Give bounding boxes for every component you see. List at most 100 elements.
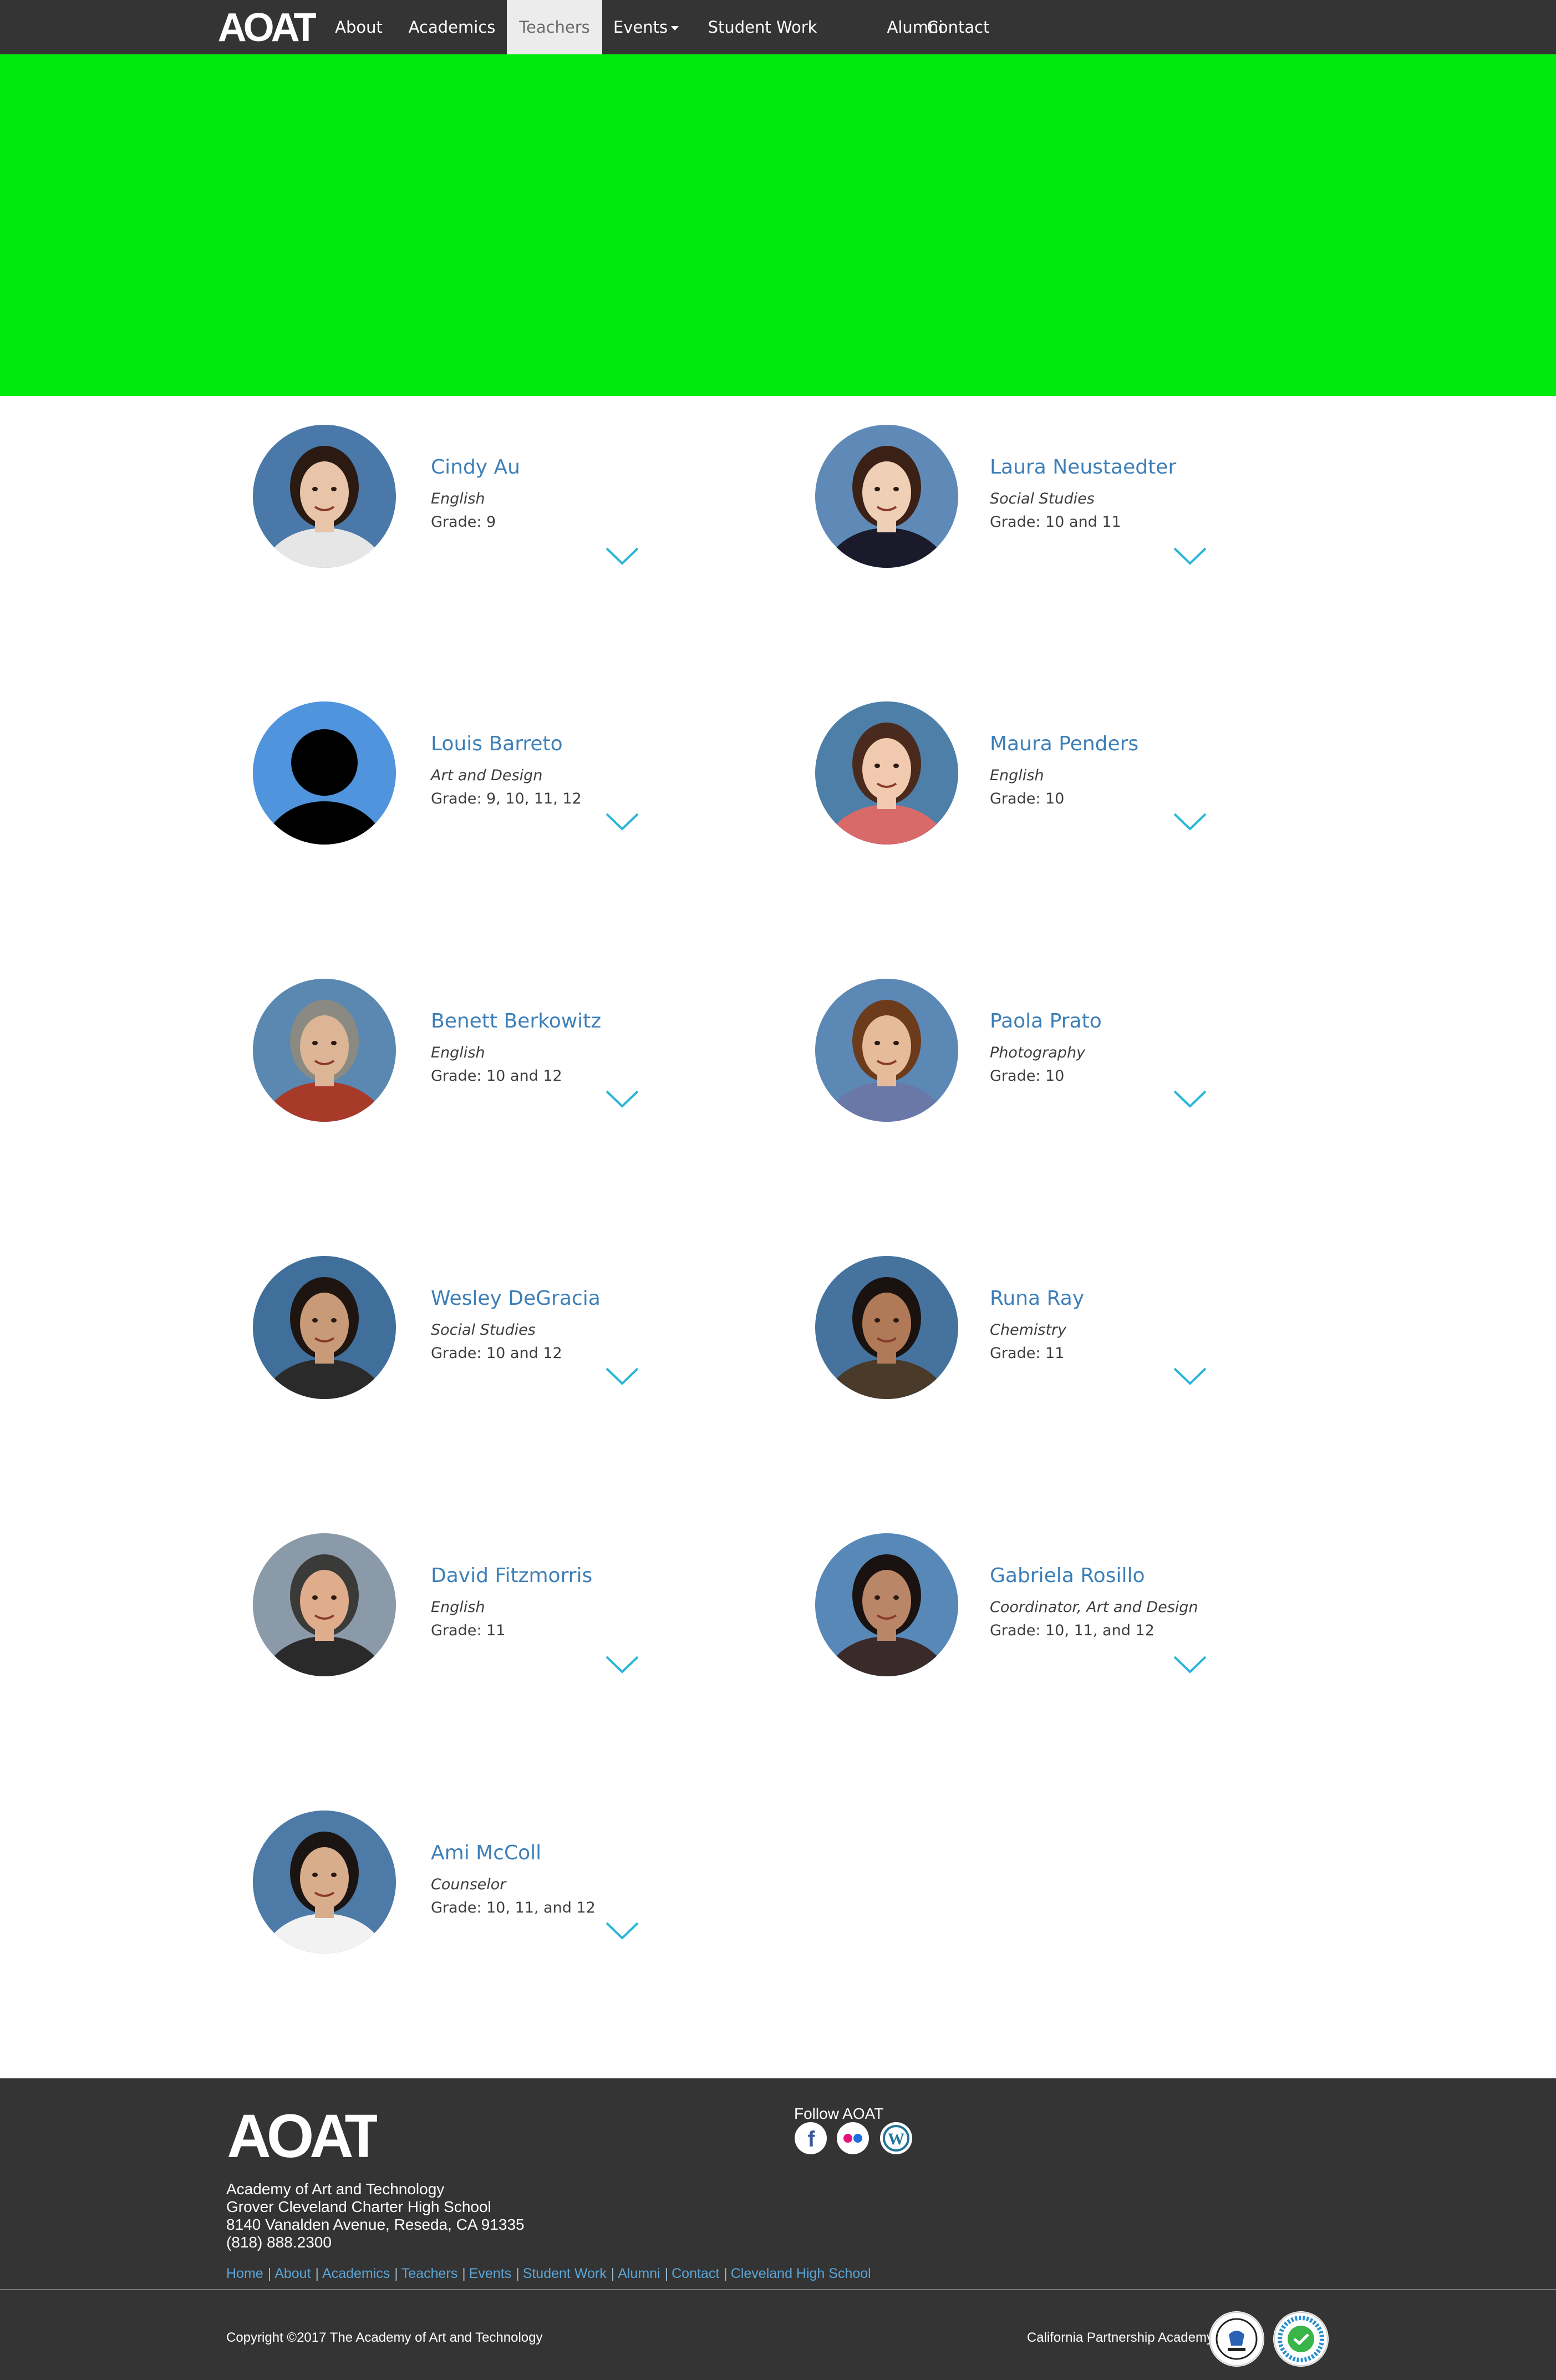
footer-divider (0, 2289, 1556, 2290)
aoat-logo[interactable]: AOAT (216, 8, 316, 45)
street-address: 8140 Vanalden Avenue, Reseda, CA 91335 (226, 2216, 525, 2233)
svg-text:AOAT: AOAT (227, 2106, 377, 2162)
teacher-photo (253, 979, 396, 1122)
teacher-subject: English (990, 767, 1044, 784)
wordpress-icon[interactable]: W (879, 2122, 913, 2155)
teacher-subject: English (431, 1599, 485, 1616)
chevron-down-icon[interactable] (605, 812, 639, 831)
chevron-down-icon[interactable] (1173, 547, 1207, 566)
top-navbar: AOAT About Academics Teachers Events Stu… (0, 0, 1556, 85)
link-separator: | (315, 2266, 319, 2281)
footer-link[interactable]: Academics (322, 2266, 390, 2281)
footer-link[interactable]: About (274, 2266, 311, 2281)
footer-link[interactable]: Home (226, 2266, 263, 2281)
link-separator: | (394, 2266, 398, 2281)
teacher-card: Gabriela Rosillo Coordinator, Art and Des… (815, 1533, 1292, 1683)
teacher-grade: Grade: 9 (431, 513, 496, 531)
footer-link[interactable]: Contact (672, 2266, 719, 2281)
teacher-grade: Grade: 10, 11, and 12 (990, 1622, 1155, 1639)
teacher-card: Runa Ray Chemistry Grade: 11 (815, 1256, 1292, 1406)
svg-text:AOAT: AOAT (218, 8, 316, 45)
teacher-name[interactable]: David Fitzmorris (431, 1564, 592, 1587)
teacher-card: Benett Berkowitz English Grade: 10 and 12 (253, 979, 730, 1128)
teacher-name[interactable]: Wesley DeGracia (431, 1287, 601, 1310)
nav-teachers[interactable]: Teachers (507, 0, 602, 54)
school-name: Academy of Art and Technology (226, 2180, 445, 2198)
teacher-grade: Grade: 10 and 11 (990, 513, 1121, 531)
teacher-photo (253, 1256, 396, 1399)
footer-link[interactable]: Cleveland High School (731, 2266, 871, 2281)
teacher-grade: Grade: 9, 10, 11, 12 (431, 790, 582, 807)
teacher-photo (253, 1811, 396, 1954)
teacher-name[interactable]: Laura Neustaedter (990, 456, 1176, 479)
teacher-subject: Photography (990, 1044, 1086, 1061)
nav-academics[interactable]: Academics (405, 0, 499, 54)
teacher-name[interactable]: Gabriela Rosillo (990, 1564, 1145, 1587)
chevron-down-icon[interactable] (1173, 1655, 1207, 1674)
footer-link[interactable]: Student Work (523, 2266, 607, 2281)
teacher-photo (253, 425, 396, 568)
footer-aoat-logo: AOAT (227, 2106, 377, 2162)
teacher-subject: Chemistry (990, 1321, 1067, 1339)
chevron-down-icon[interactable] (605, 1367, 639, 1386)
teacher-name[interactable]: Benett Berkowitz (431, 1010, 601, 1033)
hero-banner (0, 54, 1556, 396)
link-separator: | (462, 2266, 466, 2281)
teacher-name[interactable]: Paola Prato (990, 1010, 1102, 1033)
flickr-icon[interactable] (836, 2122, 869, 2155)
footer-link[interactable]: Alumni (618, 2266, 660, 2281)
teacher-grade: Grade: 11 (431, 1622, 506, 1639)
site-footer: AOAT Academy of Art and Technology Grove… (0, 2078, 1556, 2380)
cpa-badge-icon[interactable] (1209, 2311, 1264, 2367)
teacher-name[interactable]: Louis Barreto (431, 733, 563, 755)
nav-student-work[interactable]: Student Work (704, 0, 821, 85)
nav-teachers-label: Teachers (519, 18, 590, 37)
chevron-down-icon[interactable] (605, 1090, 639, 1108)
teacher-card: Maura Penders English Grade: 10 (815, 701, 1292, 851)
teacher-grade: Grade: 10 and 12 (431, 1345, 562, 1362)
footer-link[interactable]: Teachers (401, 2266, 457, 2281)
nav-events[interactable]: Events (610, 0, 682, 54)
chevron-down-icon[interactable] (1173, 812, 1207, 831)
chevron-down-icon[interactable] (1173, 1090, 1207, 1108)
svg-text:W: W (888, 2130, 904, 2148)
teacher-subject: Art and Design (431, 767, 543, 784)
chevron-down-icon[interactable] (1173, 1367, 1207, 1386)
nav-academics-label: Academics (408, 18, 496, 37)
teacher-subject: Social Studies (431, 1321, 536, 1339)
copyright-text: Copyright ©2017 The Academy of Art and T… (226, 2330, 543, 2345)
phone-number: (818) 888.2300 (226, 2234, 332, 2251)
seal-badge-icon[interactable] (1273, 2311, 1329, 2367)
footer-link[interactable]: Events (469, 2266, 511, 2281)
svg-text:f: f (807, 2127, 815, 2152)
teacher-name[interactable]: Cindy Au (431, 456, 520, 479)
chevron-down-icon[interactable] (605, 1921, 639, 1940)
teacher-grade: Grade: 11 (990, 1345, 1065, 1362)
teacher-subject: Counselor (431, 1876, 506, 1893)
facebook-icon[interactable]: f (794, 2122, 827, 2155)
teacher-photo (253, 701, 396, 845)
link-separator: | (724, 2266, 728, 2281)
follow-label: Follow AOAT (794, 2105, 884, 2122)
teacher-name[interactable]: Runa Ray (990, 1287, 1084, 1310)
teacher-name[interactable]: Ami McColl (431, 1842, 541, 1864)
nav-contact[interactable]: Contact (924, 0, 993, 54)
nav-about[interactable]: About (330, 0, 387, 54)
link-separator: | (267, 2266, 272, 2281)
teacher-name[interactable]: Maura Penders (990, 733, 1138, 755)
teacher-grade: Grade: 10 and 12 (431, 1067, 562, 1085)
nav-about-label: About (335, 18, 383, 37)
chevron-down-icon[interactable] (605, 547, 639, 566)
host-school: Grover Cleveland Charter High School (226, 2198, 491, 2215)
teacher-card: Ami McColl Counselor Grade: 10, 11, and 12 (253, 1811, 730, 1960)
teacher-photo (815, 701, 958, 845)
nav-events-label: Events (613, 18, 668, 37)
teacher-photo (815, 1256, 958, 1399)
chevron-down-icon[interactable] (605, 1655, 639, 1674)
teacher-card: Laura Neustaedter Social Studies Grade: 10… (815, 425, 1292, 574)
teacher-card: David Fitzmorris English Grade: 11 (253, 1533, 730, 1683)
teacher-card: Cindy Au English Grade: 9 (253, 425, 730, 574)
nav-contact-label: Contact (927, 18, 990, 37)
teacher-grade: Grade: 10, 11, and 12 (431, 1899, 596, 1916)
teacher-photo (815, 979, 958, 1122)
